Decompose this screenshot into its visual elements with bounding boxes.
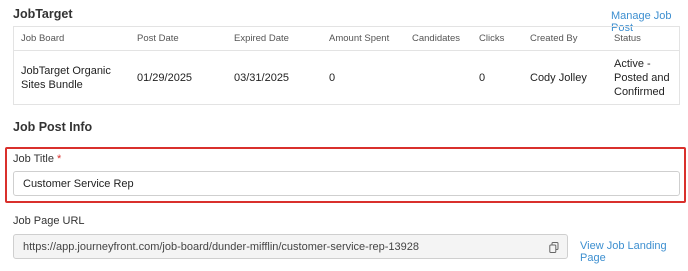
copy-icon[interactable] <box>549 242 559 253</box>
table-header-divider <box>14 50 679 51</box>
job-page-url-value: https://app.journeyfront.com/job-board/d… <box>23 240 419 253</box>
job-title-label-text: Job Title <box>13 153 54 165</box>
column-header-created-by: Created By <box>530 33 578 44</box>
cell-amount-spent: 0 <box>329 72 336 84</box>
job-title-input[interactable]: Customer Service Rep <box>13 171 680 196</box>
cell-status: Active - Posted and Confirmed <box>614 58 670 98</box>
column-header-candidates: Candidates <box>412 33 461 44</box>
job-page-url-field[interactable]: https://app.journeyfront.com/job-board/d… <box>13 234 568 259</box>
column-header-clicks: Clicks <box>479 33 505 44</box>
cell-created-by: Cody Jolley <box>530 72 587 84</box>
jobtarget-section-title: JobTarget <box>13 7 73 21</box>
column-header-job-board: Job Board <box>21 33 65 44</box>
column-header-status: Status <box>614 33 641 44</box>
job-page-url-label: Job Page URL <box>13 215 85 227</box>
cell-expired-date: 03/31/2025 <box>234 72 290 84</box>
view-job-landing-page-link[interactable]: View Job Landing Page <box>580 240 688 264</box>
required-marker: * <box>57 153 62 165</box>
job-boards-table: Job Board Post Date Expired Date Amount … <box>13 26 680 105</box>
cell-post-date: 01/29/2025 <box>137 72 193 84</box>
cell-job-board: JobTarget Organic Sites Bundle <box>21 65 111 91</box>
job-post-info-title: Job Post Info <box>13 120 93 134</box>
column-header-amount-spent: Amount Spent <box>329 33 390 44</box>
column-header-expired-date: Expired Date <box>234 33 289 44</box>
column-header-post-date: Post Date <box>137 33 179 44</box>
cell-clicks: 0 <box>479 72 486 84</box>
job-title-label: Job Title * <box>13 153 61 165</box>
